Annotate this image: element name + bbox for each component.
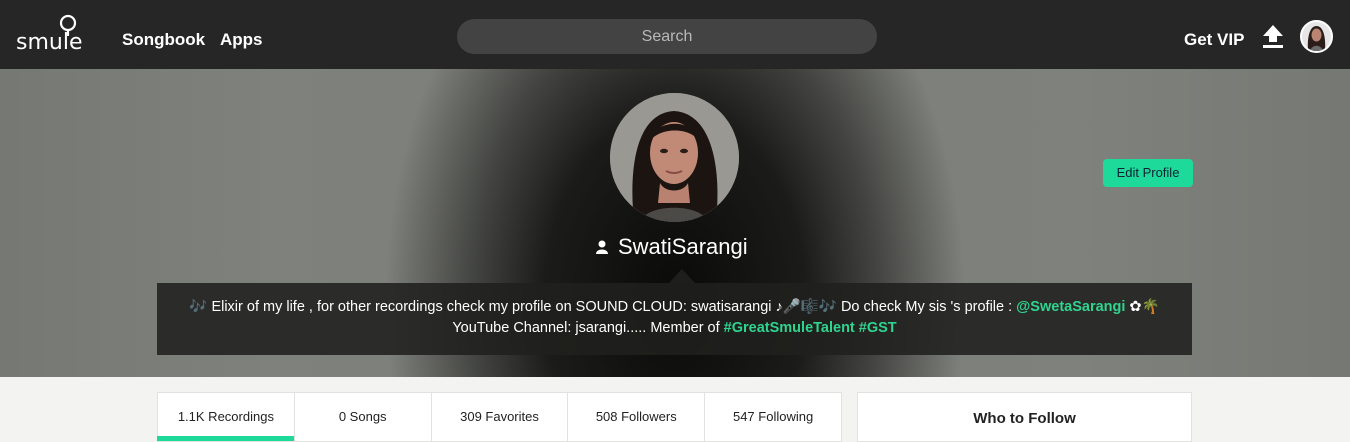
get-vip-link[interactable]: Get VIP (1184, 30, 1244, 50)
tab-favorites[interactable]: 309 Favorites (432, 393, 569, 441)
person-icon (596, 240, 608, 254)
user-avatar[interactable] (1300, 20, 1333, 53)
bio-text-youtube: YouTube Channel: jsarangi..... Member of (452, 320, 724, 336)
search-input[interactable] (457, 19, 877, 54)
bio-mention-link[interactable]: @SwetaSarangi (1016, 299, 1125, 315)
nav-apps-link[interactable]: Apps (220, 30, 263, 50)
profile-photo (610, 93, 739, 222)
tab-following[interactable]: 547 Following (705, 393, 841, 441)
tab-recordings[interactable]: 1.1K Recordings (157, 393, 295, 441)
bio-hashtag-link[interactable]: #GreatSmuleTalent (724, 320, 855, 336)
edit-profile-button[interactable]: Edit Profile (1103, 159, 1193, 187)
tab-songs[interactable]: 0 Songs (295, 393, 432, 441)
top-navbar: smule Songbook Apps Get VIP (0, 0, 1350, 69)
bio-text: 🎶 Elixir of my life , for other recordin… (189, 299, 1017, 315)
avatar-image (1302, 22, 1331, 51)
username-row: SwatiSarangi (596, 234, 748, 260)
bio-hashtag-link[interactable]: #GST (859, 320, 897, 336)
upload-icon[interactable] (1262, 25, 1284, 49)
smule-logo[interactable]: smule (15, 14, 91, 54)
profile-avatar (610, 93, 739, 222)
nav-songbook-link[interactable]: Songbook (122, 30, 205, 50)
tab-followers[interactable]: 508 Followers (568, 393, 706, 441)
bio-pointer (669, 269, 695, 283)
profile-stats-tabs: 1.1K Recordings 0 Songs 309 Favorites 50… (157, 392, 842, 442)
profile-hero: Edit Profile SwatiSarangi 🎶 Elixir of my… (0, 69, 1350, 377)
profile-username: SwatiSarangi (618, 234, 748, 259)
profile-bio: 🎶 Elixir of my life , for other recordin… (157, 283, 1192, 355)
bio-text-emoji: ✿🌴 (1125, 299, 1160, 315)
svg-text:smule: smule (16, 30, 82, 54)
who-to-follow-heading: Who to Follow (857, 392, 1192, 442)
